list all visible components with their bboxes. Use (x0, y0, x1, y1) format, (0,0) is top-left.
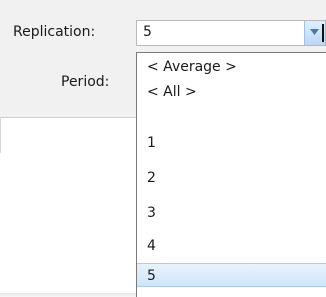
replication-selected-value: 5 (143, 24, 152, 40)
replication-label: Replication: (13, 24, 96, 40)
dropdown-option-all[interactable]: < All > (137, 80, 326, 104)
dropdown-option-2[interactable]: 2 (137, 166, 326, 190)
dropdown-option-1[interactable]: 1 (137, 131, 326, 155)
dropdown-option-4[interactable]: 4 (137, 234, 326, 258)
replication-dropdown-list[interactable]: < Average > < All > 1 2 3 4 5 (136, 52, 326, 297)
content-area-border (0, 117, 140, 118)
chevron-down-icon (310, 29, 319, 35)
options-panel: Replication: 5 Period: < Average > < All… (0, 0, 326, 297)
dropdown-option-average[interactable]: < Average > (137, 55, 326, 79)
dropdown-option-3[interactable]: 3 (137, 201, 326, 225)
dropdown-option-5-selected[interactable]: 5 (137, 263, 326, 287)
replication-combobox[interactable]: 5 (136, 20, 326, 46)
mouse-cursor (322, 24, 324, 42)
content-area-border-left (0, 118, 1, 153)
period-label: Period: (61, 74, 110, 90)
